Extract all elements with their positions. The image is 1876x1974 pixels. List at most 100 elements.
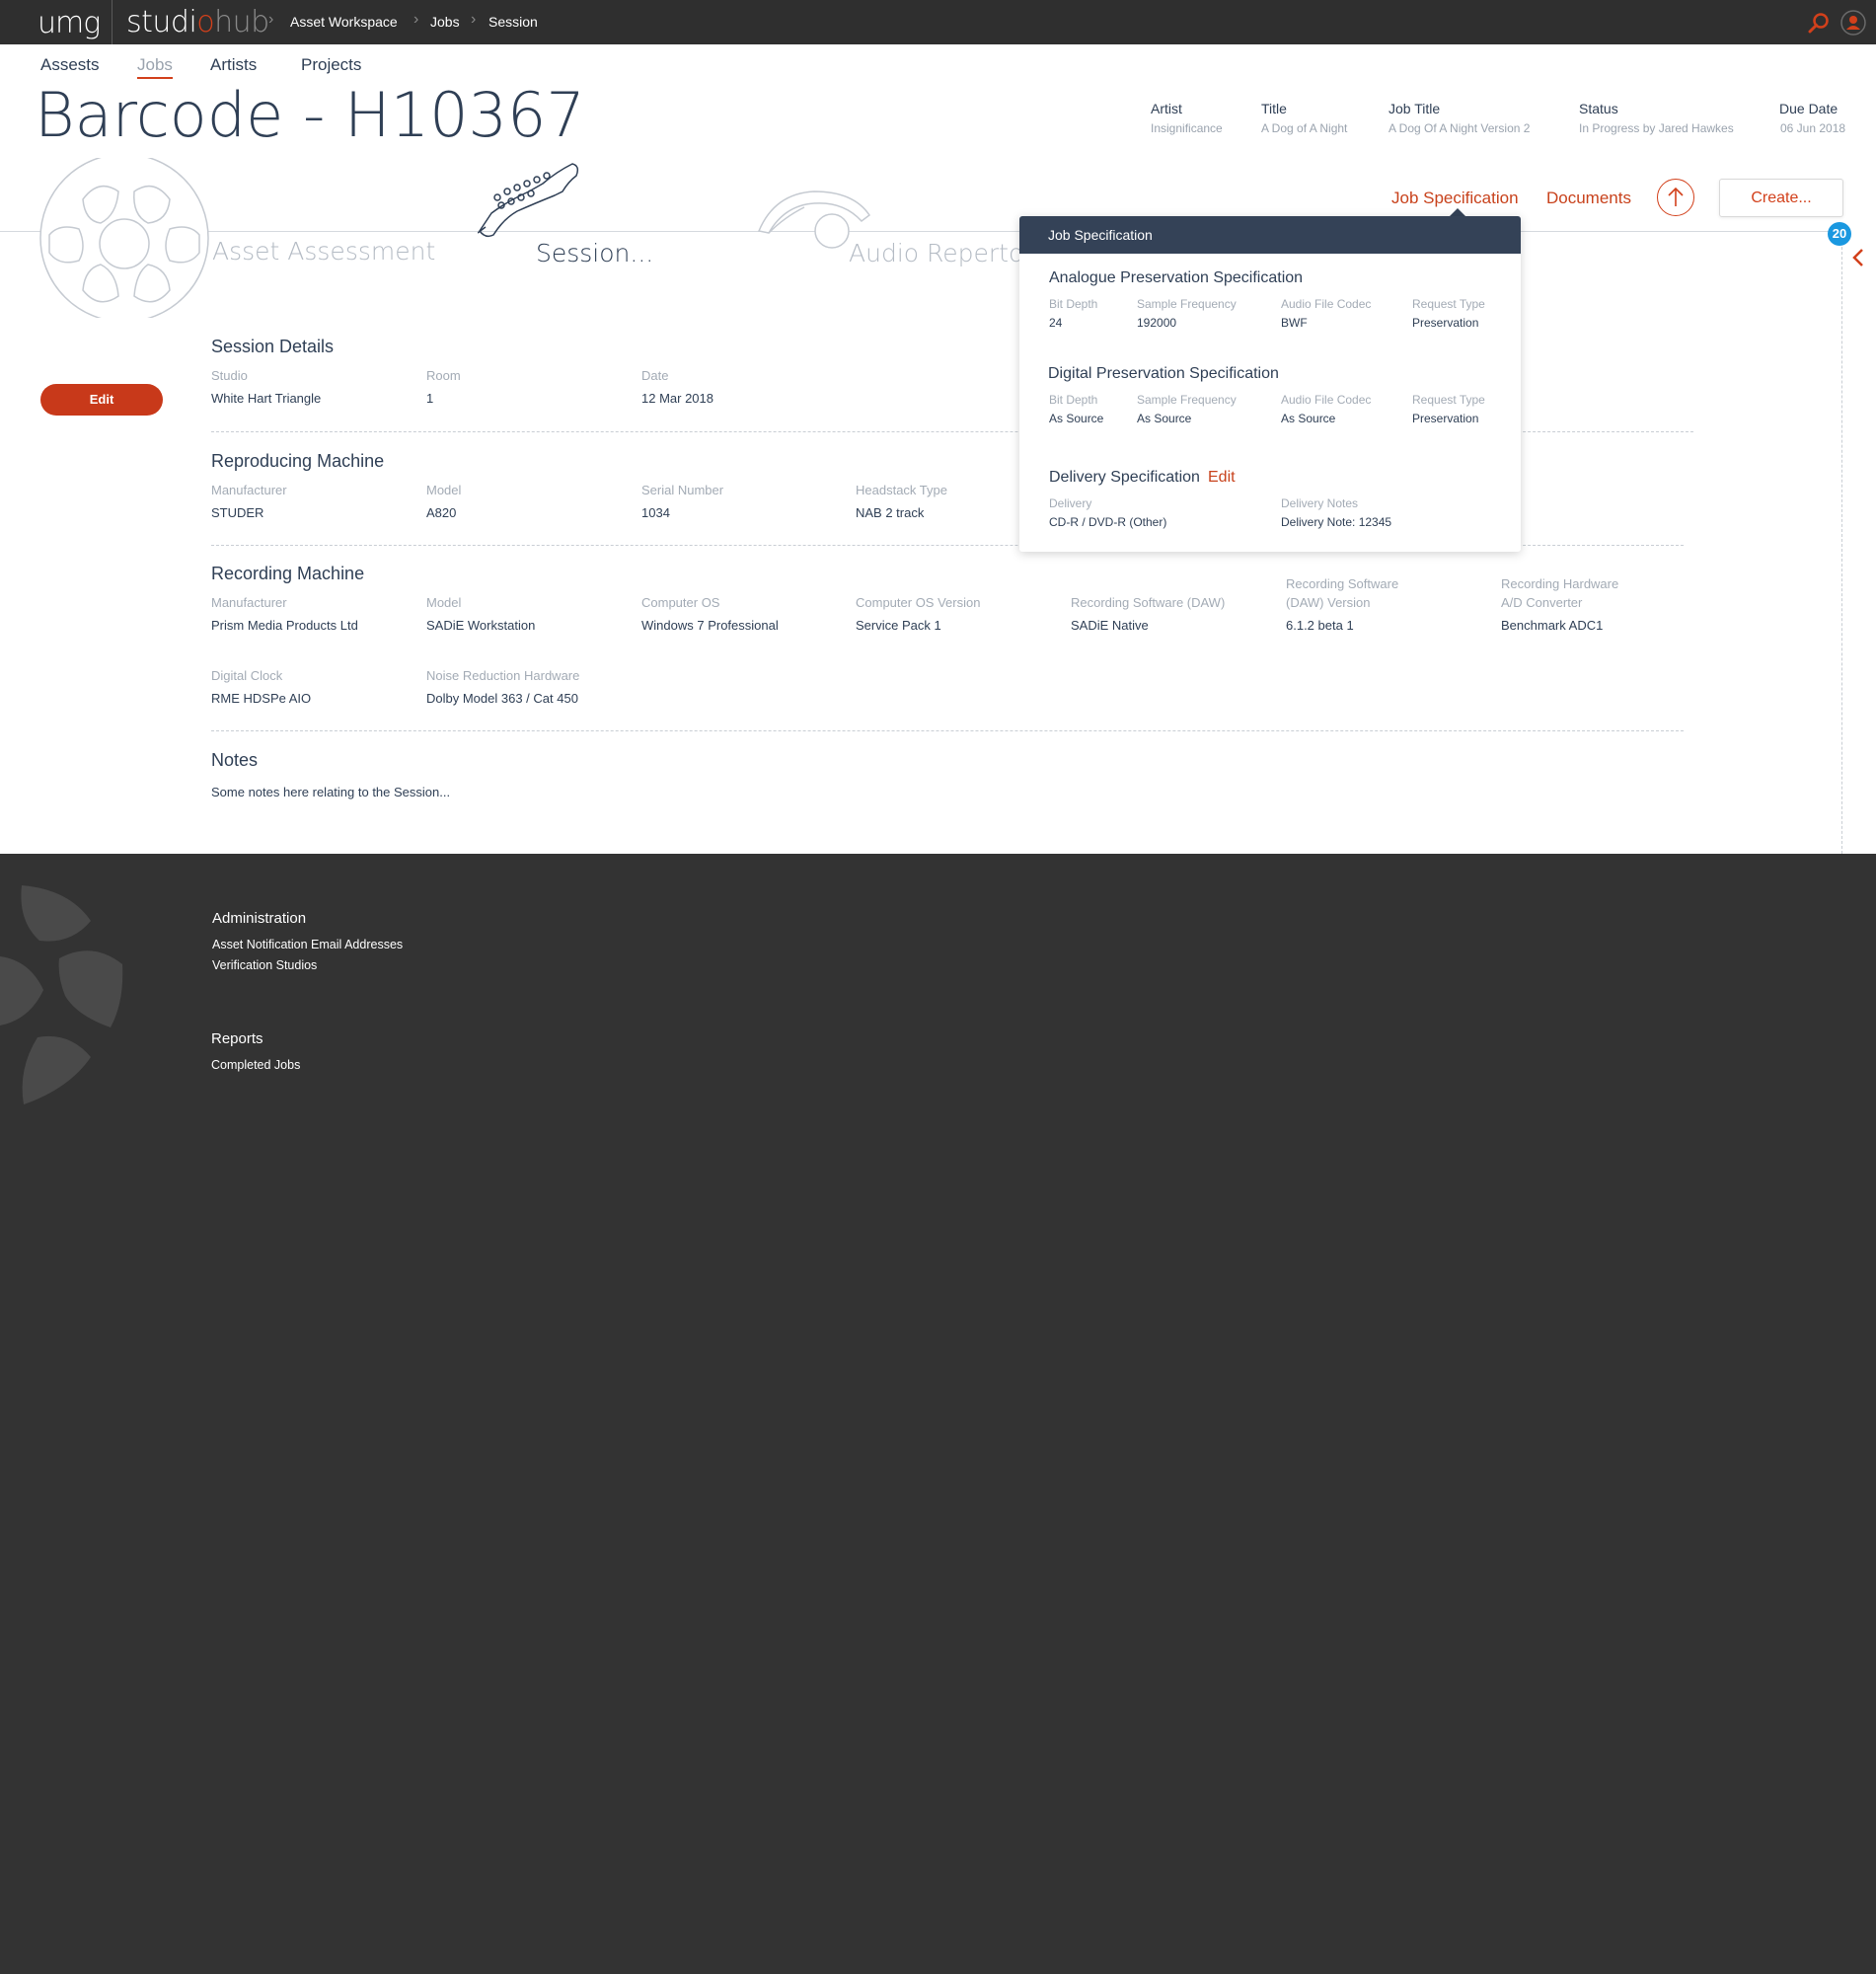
footer-link-asset-notification[interactable]: Asset Notification Email Addresses xyxy=(212,938,403,951)
rec-os-version-label: Computer OS Version xyxy=(856,595,981,610)
notes-text: Some notes here relating to the Session.… xyxy=(211,785,451,799)
stage-session[interactable]: Session... xyxy=(536,239,653,267)
rec-model-label: Model xyxy=(426,595,462,610)
edit-session-button[interactable]: Edit xyxy=(40,384,163,416)
breadcrumb-separator-icon: › xyxy=(413,11,419,28)
digital-codec-value: As Source xyxy=(1281,412,1336,425)
repro-headstack-label: Headstack Type xyxy=(856,483,947,497)
meta-job-title-label: Job Title xyxy=(1388,101,1441,116)
umg-logo-text: umg xyxy=(38,6,101,40)
breadcrumb-jobs[interactable]: Jobs xyxy=(430,14,460,30)
analogue-sample-frequency-label: Sample Frequency xyxy=(1137,297,1237,311)
logo-power-glyph: o xyxy=(196,5,215,39)
repro-manufacturer-value: STUDER xyxy=(211,505,264,520)
repro-serial-label: Serial Number xyxy=(641,483,724,497)
date-label: Date xyxy=(641,368,669,383)
rec-manufacturer-value: Prism Media Products Ltd xyxy=(211,618,358,633)
notification-badge[interactable]: 20 xyxy=(1828,222,1851,246)
repro-model-label: Model xyxy=(426,483,462,497)
analogue-sample-frequency-value: 192000 xyxy=(1137,316,1177,330)
rec-daw-version-label-2: (DAW) Version xyxy=(1286,595,1371,610)
header-divider xyxy=(0,231,1843,232)
rec-daw-version-value: 6.1.2 beta 1 xyxy=(1286,618,1354,633)
room-value: 1 xyxy=(426,391,434,406)
rec-os-version-value: Service Pack 1 xyxy=(856,618,941,633)
stage-asset-assessment[interactable]: Asset Assessment xyxy=(212,237,435,266)
popover-header: Job Specification xyxy=(1019,216,1521,254)
reel-icon xyxy=(39,158,209,318)
upload-icon xyxy=(1667,187,1684,206)
tab-jobs[interactable]: Jobs xyxy=(137,55,173,79)
digital-bit-depth-label: Bit Depth xyxy=(1049,393,1098,407)
rec-os-label: Computer OS xyxy=(641,595,720,610)
reproducing-machine-title: Reproducing Machine xyxy=(211,451,385,471)
notes-title: Notes xyxy=(211,750,259,770)
stage-audio-repertoire[interactable]: Audio Repertoire xyxy=(849,239,1019,267)
main-content xyxy=(0,44,1876,854)
studio-value: White Hart Triangle xyxy=(211,391,322,406)
rec-hardware-label-1: Recording Hardware xyxy=(1501,576,1619,591)
right-panel-divider xyxy=(1841,237,1842,854)
logo-divider xyxy=(112,0,113,44)
repro-model-value: A820 xyxy=(426,505,457,520)
delivery-notes-label: Delivery Notes xyxy=(1281,496,1359,510)
section-divider xyxy=(211,730,1684,731)
meta-status-label: Status xyxy=(1579,101,1618,116)
umg-logo[interactable]: umg xyxy=(38,6,101,40)
breadcrumb-separator-icon: › xyxy=(471,11,477,28)
job-specification-link[interactable]: Job Specification xyxy=(1391,189,1519,208)
delivery-edit-link[interactable]: Edit xyxy=(1208,469,1236,487)
chevron-left-icon[interactable] xyxy=(1851,247,1865,268)
rec-daw-value: SADiE Native xyxy=(1071,618,1149,633)
footer: Administration Asset Notification Email … xyxy=(0,854,1876,1974)
job-specification-popover: Job Specification Analogue Preservation … xyxy=(1019,216,1521,552)
meta-due-date-label: Due Date xyxy=(1779,101,1838,116)
footer-link-completed-jobs[interactable]: Completed Jobs xyxy=(211,1058,300,1072)
meta-status-value: In Progress by Jared Hawkes xyxy=(1579,121,1734,135)
rec-hardware-value: Benchmark ADC1 xyxy=(1501,618,1604,633)
documents-link[interactable]: Documents xyxy=(1546,189,1631,208)
digital-request-type-value: Preservation xyxy=(1412,412,1479,425)
page-title: Barcode - H10367 xyxy=(35,79,585,151)
footer-administration-title: Administration xyxy=(212,910,307,927)
meta-title-value: A Dog of A Night xyxy=(1261,121,1348,135)
rec-digital-clock-value: RME HDSPe AIO xyxy=(211,691,312,706)
breadcrumb-session: Session xyxy=(488,14,538,30)
delivery-spec-title: Delivery Specification xyxy=(1049,469,1200,486)
tab-artists[interactable]: Artists xyxy=(210,55,257,75)
breadcrumb-asset-workspace[interactable]: Asset Workspace xyxy=(290,14,398,30)
tab-assets[interactable]: Assests xyxy=(40,55,100,75)
digital-sample-frequency-value: As Source xyxy=(1137,412,1192,425)
tab-projects[interactable]: Projects xyxy=(301,55,361,75)
studiohub-logo[interactable]: studiohub xyxy=(126,5,269,39)
logo-studio-text: studi xyxy=(126,5,197,39)
logo-hub-text: hub xyxy=(214,5,269,39)
analogue-codec-value: BWF xyxy=(1281,316,1308,330)
rec-digital-clock-label: Digital Clock xyxy=(211,668,283,683)
rec-daw-label: Recording Software (DAW) xyxy=(1071,595,1226,610)
footer-link-verification-studios[interactable]: Verification Studios xyxy=(212,958,317,972)
analogue-request-type-value: Preservation xyxy=(1412,316,1479,330)
footer-reports-title: Reports xyxy=(211,1030,263,1047)
meta-due-date-value: 06 Jun 2018 xyxy=(1780,121,1846,135)
recording-machine-title: Recording Machine xyxy=(211,564,365,583)
digital-bit-depth-value: As Source xyxy=(1049,412,1104,425)
digital-request-type-label: Request Type xyxy=(1412,393,1485,407)
delivery-value: CD-R / DVD-R (Other) xyxy=(1049,515,1167,529)
top-bar: umg studiohub › Asset Workspace › Jobs ›… xyxy=(0,0,1876,44)
repro-headstack-value: NAB 2 track xyxy=(856,505,925,520)
digital-sample-frequency-label: Sample Frequency xyxy=(1137,393,1237,407)
search-icon[interactable] xyxy=(1808,12,1830,34)
meta-artist-label: Artist xyxy=(1151,101,1182,116)
analogue-codec-label: Audio File Codec xyxy=(1281,297,1372,311)
rec-hardware-label-2: A/D Converter xyxy=(1501,595,1583,610)
digital-spec-title: Digital Preservation Specification xyxy=(1048,365,1279,382)
rec-model-value: SADiE Workstation xyxy=(426,618,536,633)
upload-button[interactable] xyxy=(1657,179,1694,216)
room-label: Room xyxy=(426,368,461,383)
breadcrumb-separator-icon: › xyxy=(268,11,274,28)
meta-artist-value: Insignificance xyxy=(1151,121,1223,135)
rec-manufacturer-label: Manufacturer xyxy=(211,595,287,610)
user-icon[interactable] xyxy=(1840,10,1866,36)
create-button[interactable]: Create... xyxy=(1719,179,1843,217)
